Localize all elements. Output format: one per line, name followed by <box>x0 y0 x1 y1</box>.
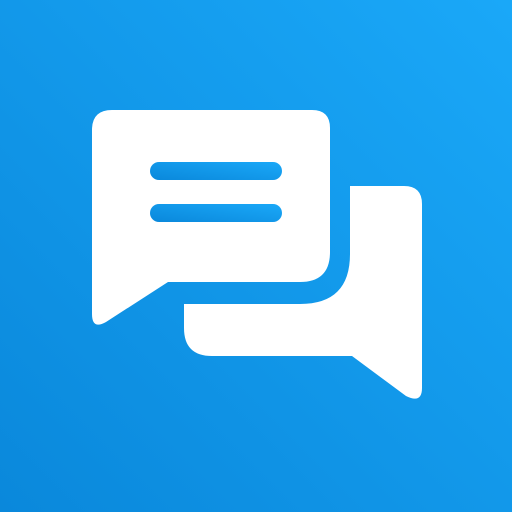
chat-bubbles-icon <box>0 0 512 512</box>
message-line-1 <box>150 162 282 180</box>
app-icon <box>0 0 512 512</box>
message-line-2 <box>150 204 282 222</box>
